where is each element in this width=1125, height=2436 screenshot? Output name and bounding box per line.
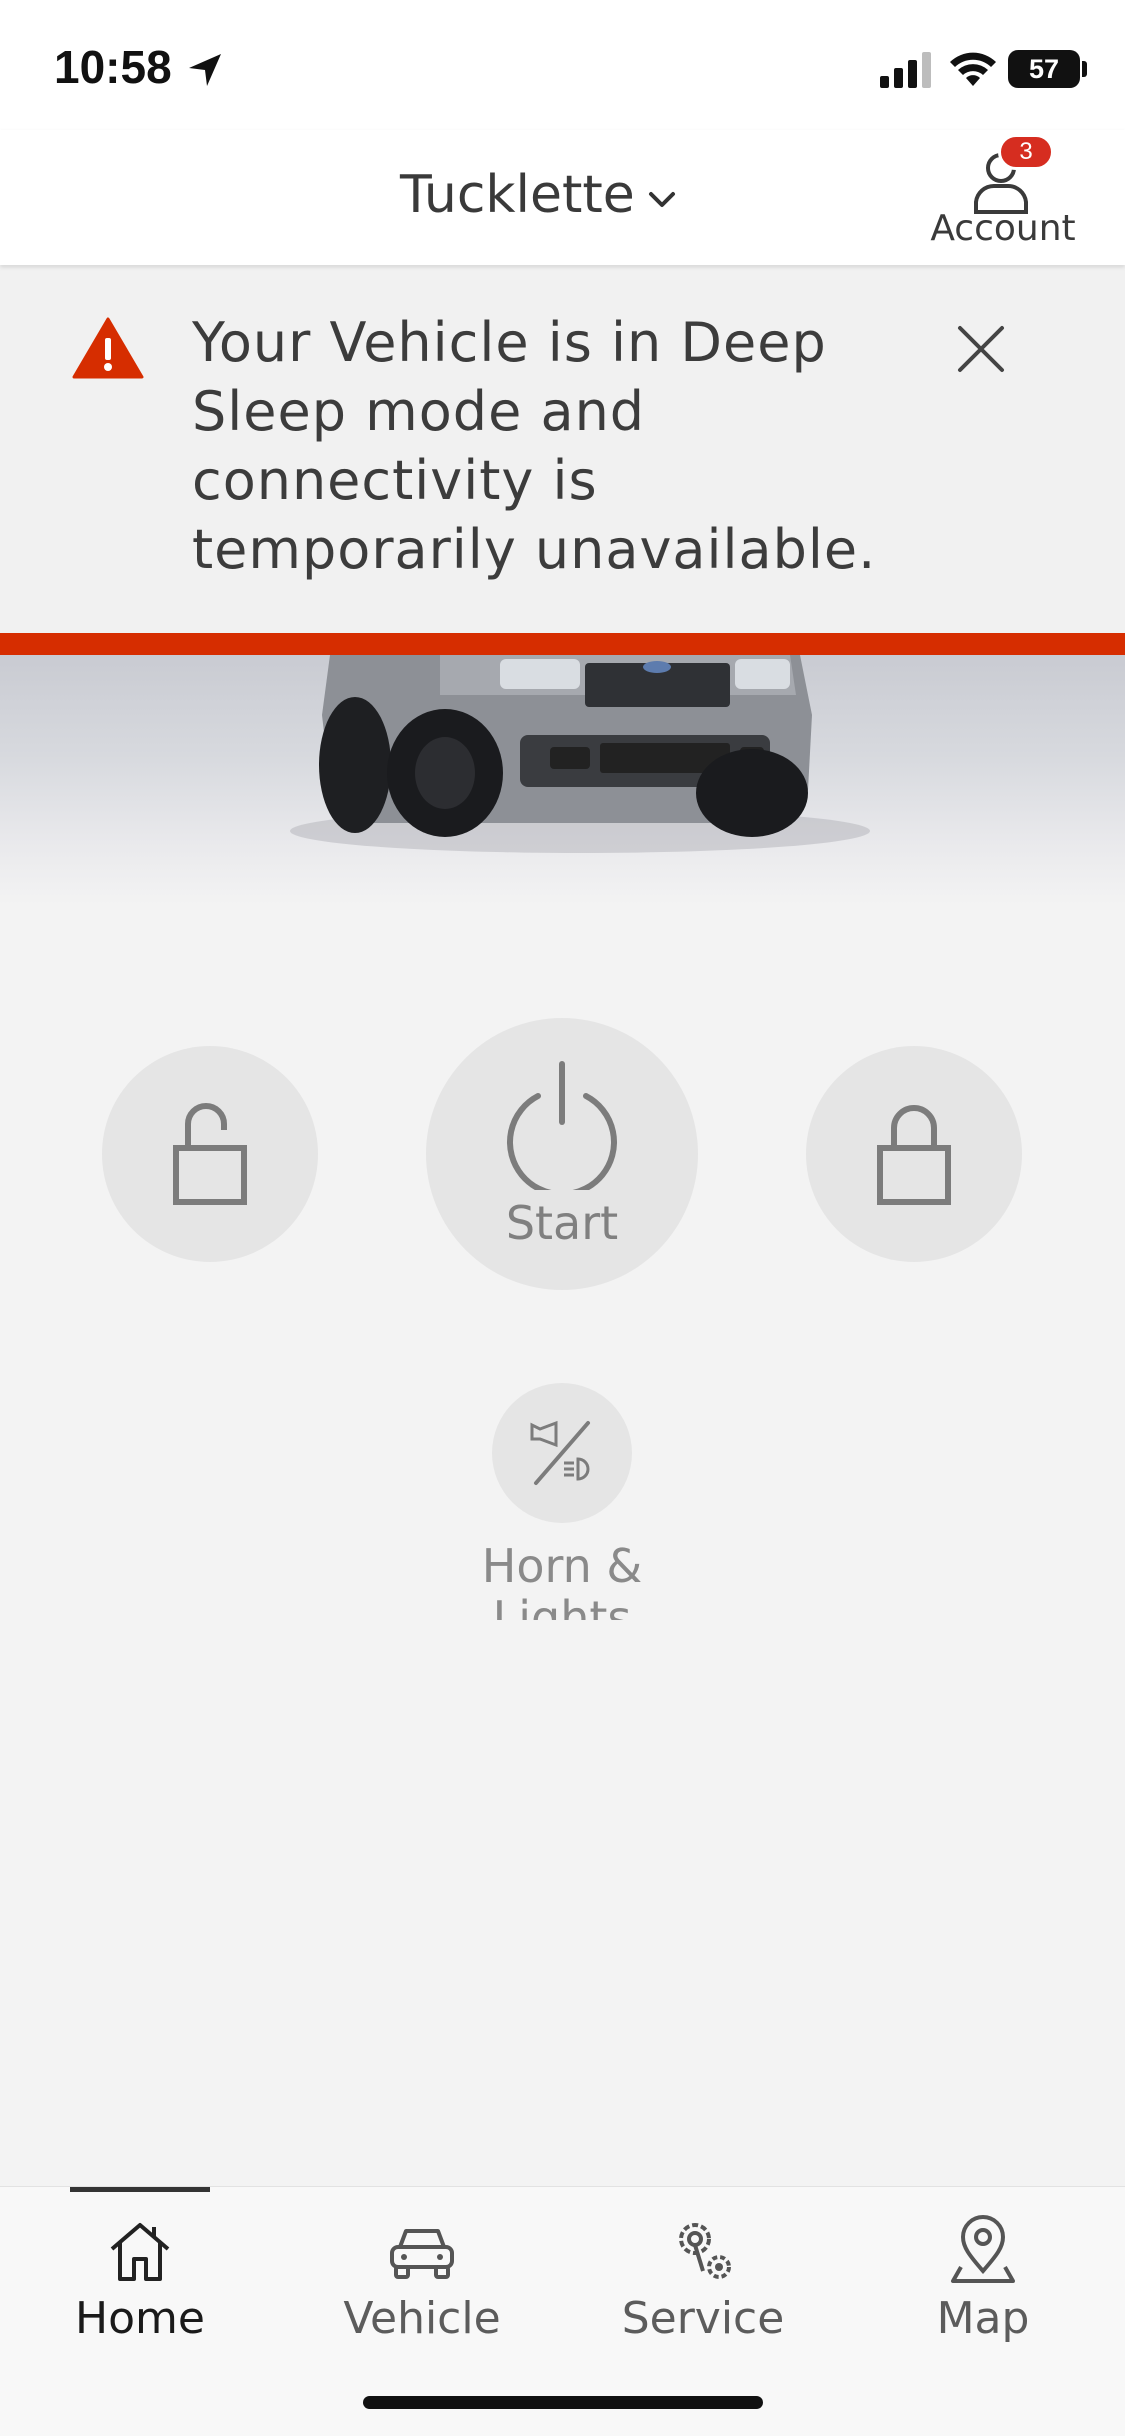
warning-icon	[72, 317, 144, 379]
remote-start-button[interactable]: Start	[426, 1018, 698, 1290]
nav-label-home: Home	[75, 2293, 205, 2344]
cellular-signal-icon	[880, 52, 931, 88]
active-tab-indicator	[70, 2187, 210, 2192]
service-gear-icon	[679, 2223, 731, 2279]
vehicle-image	[290, 655, 870, 853]
home-indicator-bar[interactable]	[363, 2396, 763, 2409]
chevron-down-icon	[648, 192, 675, 207]
vehicle-name: Tucklette	[400, 165, 635, 225]
nav-label-map: Map	[936, 2293, 1030, 2344]
battery-indicator: 57	[1008, 50, 1080, 88]
lock-icon	[877, 1105, 951, 1205]
alert-message: Your Vehicle is in Deep Sleep mode and c…	[192, 311, 877, 581]
power-icon	[507, 1061, 617, 1190]
nav-item-vehicle[interactable]: Vehicle	[322, 2205, 522, 2355]
nav-item-service[interactable]: Service	[603, 2205, 803, 2355]
nav-label-service: Service	[621, 2293, 785, 2344]
account-label: Account	[930, 208, 1076, 249]
account-button[interactable]: 3 Account	[918, 130, 1088, 265]
notification-badge: 3	[998, 134, 1054, 170]
unlock-icon	[173, 1103, 247, 1205]
unlock-button[interactable]	[102, 1046, 318, 1262]
nav-label-vehicle: Vehicle	[343, 2293, 501, 2344]
status-bar: 10:58 57	[0, 0, 1125, 130]
vehicle-selector[interactable]: Tucklette	[400, 160, 679, 230]
alert-accent-bar	[0, 633, 1125, 655]
home-icon	[110, 2223, 170, 2281]
lock-button[interactable]	[806, 1046, 1022, 1262]
app-header: Tucklette 3 Account	[0, 130, 1125, 265]
location-arrow-icon	[189, 54, 221, 86]
wifi-icon	[950, 52, 996, 86]
horn-lights-button[interactable]	[492, 1383, 632, 1523]
close-alert-button[interactable]	[950, 318, 1012, 380]
horn-lights-icon	[530, 1420, 590, 1485]
car-icon	[390, 2229, 454, 2279]
nav-item-home[interactable]: Home	[40, 2205, 240, 2355]
start-label: Start	[505, 1196, 619, 1250]
nav-item-map[interactable]: Map	[883, 2205, 1083, 2355]
battery-tip	[1082, 61, 1087, 77]
horn-lights-label: Horn & Lights	[481, 1540, 643, 1620]
map-pin-icon	[951, 2215, 1015, 2283]
status-time: 10:58	[54, 41, 172, 93]
close-icon	[958, 326, 1004, 372]
vehicle-hero-image	[0, 655, 1125, 905]
horn-lights-label-wrap: Horn & Lights	[412, 1540, 712, 1620]
